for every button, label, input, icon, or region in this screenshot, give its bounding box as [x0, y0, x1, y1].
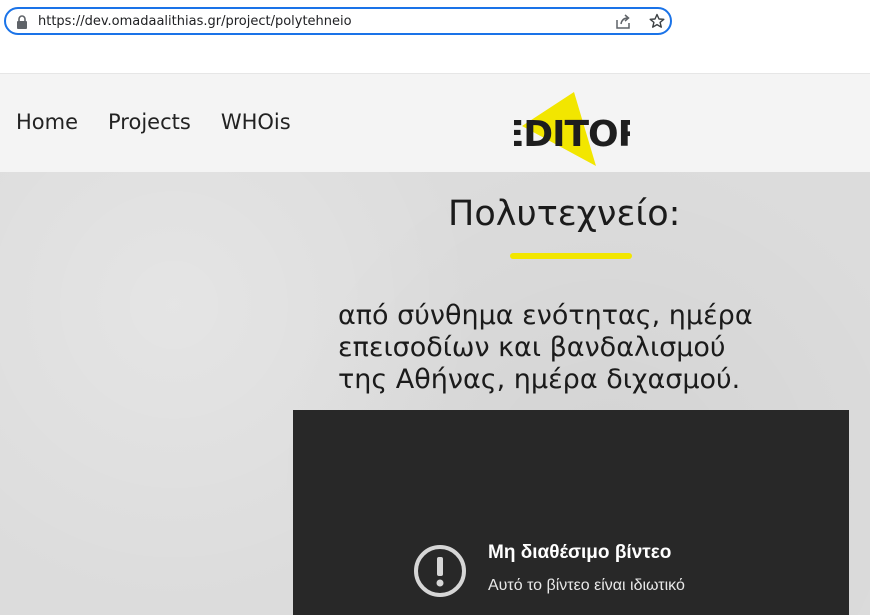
video-player[interactable]: Μη διαθέσιμο βίντεο Αυτό το βίντεο είναι…	[293, 410, 849, 615]
subtitle-line: επεισοδίων και βανδαλισμού	[338, 332, 726, 363]
nav-projects-link[interactable]: Projects	[108, 110, 191, 134]
page-title: Πολυτεχνείο:	[448, 194, 681, 234]
video-error-message: Αυτό το βίντεο είναι ιδιωτικό	[488, 577, 685, 594]
url-text[interactable]: https://dev.omadaalithias.gr/project/pol…	[38, 14, 352, 29]
browser-toolbar: https://dev.omadaalithias.gr/project/pol…	[0, 0, 870, 74]
lock-icon[interactable]	[16, 15, 28, 29]
video-error-title: Μη διαθέσιμο βίντεο	[488, 542, 672, 563]
address-bar[interactable]: https://dev.omadaalithias.gr/project/pol…	[4, 7, 672, 35]
article-content: Πολυτεχνείο: από σύνθημα ενότητας, ημέρα…	[0, 172, 870, 615]
share-icon[interactable]	[615, 14, 631, 30]
article-subtitle: από σύνθημα ενότητας, ημέρα επεισοδίων κ…	[338, 300, 858, 396]
site-header: Home Projects WHOis EDITOR	[0, 74, 870, 172]
svg-text:EDITOR: EDITOR	[514, 114, 630, 155]
title-underline	[510, 253, 632, 259]
nav-home-link[interactable]: Home	[16, 110, 78, 134]
subtitle-line: της Αθήνας, ημέρα διχασμού.	[338, 364, 741, 395]
editor-logo[interactable]: EDITOR	[514, 88, 630, 168]
main-nav: Home Projects WHOis	[16, 110, 291, 134]
nav-whois-link[interactable]: WHOis	[221, 110, 291, 134]
bookmark-star-icon[interactable]	[649, 13, 665, 29]
exclamation-circle-icon	[414, 545, 466, 597]
subtitle-line: από σύνθημα ενότητας, ημέρα	[338, 300, 753, 331]
